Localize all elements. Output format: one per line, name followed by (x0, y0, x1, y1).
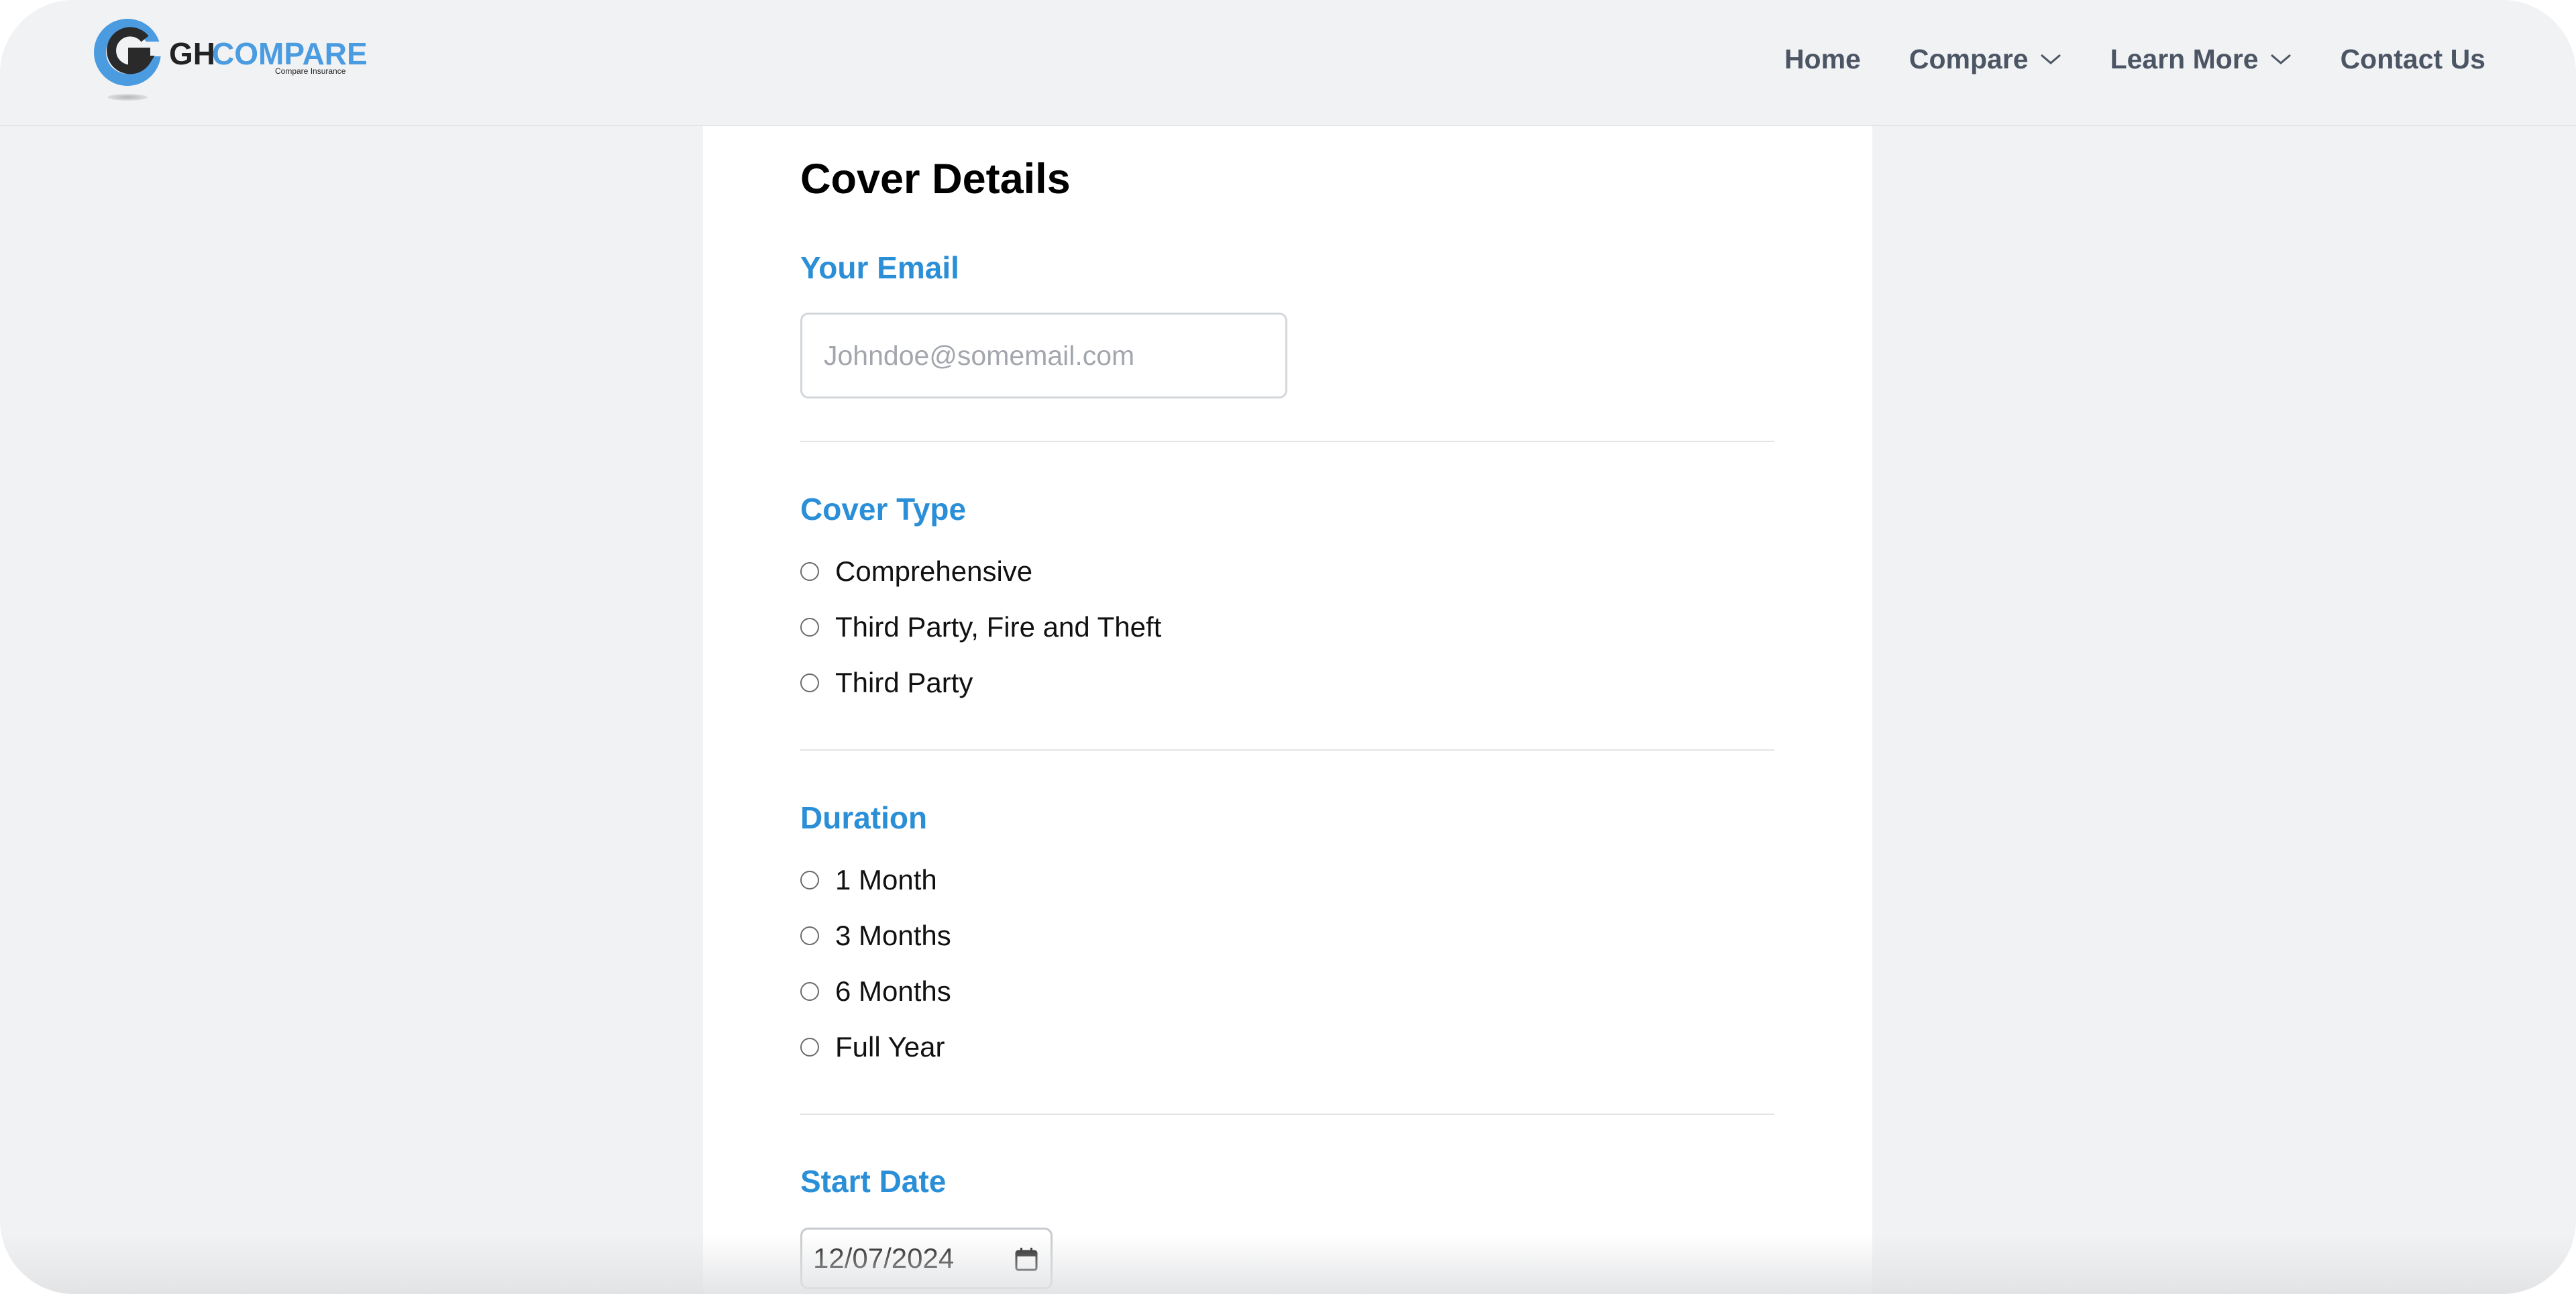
nav-home-label: Home (1784, 43, 1861, 74)
radio-button[interactable] (800, 1038, 819, 1057)
duration-option-6-months[interactable]: 6 Months (800, 975, 951, 1008)
chevron-down-icon (2270, 54, 2291, 64)
email-label: Your Email (800, 250, 959, 285)
browser-frame: GH COMPARE Compare Insurance Home Compar… (0, 0, 2576, 1294)
divider (800, 749, 1774, 751)
form-panel: Cover Details Your Email Cover Type Comp… (703, 126, 1872, 1294)
nav-compare-dropdown[interactable]: Compare (1909, 44, 2062, 75)
logo-shadow (107, 94, 148, 101)
main-nav: Home Compare Learn More Contact Us (1736, 0, 2485, 118)
option-label: 3 Months (835, 920, 951, 951)
start-date-field[interactable]: 12/07/2024 (800, 1228, 1053, 1289)
divider (800, 441, 1774, 442)
option-label: Third Party, Fire and Theft (835, 611, 1162, 643)
option-label: Comprehensive (835, 555, 1033, 587)
option-label: 1 Month (835, 864, 937, 896)
calendar-icon[interactable] (1013, 1246, 1040, 1273)
radio-button[interactable] (800, 618, 819, 637)
radio-button[interactable] (800, 673, 819, 692)
nav-compare-label: Compare (1909, 43, 2029, 74)
nav-contact-label: Contact Us (2340, 43, 2485, 74)
radio-button[interactable] (800, 562, 819, 581)
nav-learn-more-dropdown[interactable]: Learn More (2110, 44, 2292, 75)
nav-learn-more-label: Learn More (2110, 43, 2259, 74)
cover-type-option-third-party-fire-theft[interactable]: Third Party, Fire and Theft (800, 611, 1161, 643)
option-label: Full Year (835, 1031, 945, 1063)
navbar: GH COMPARE Compare Insurance Home Compar… (0, 0, 2576, 126)
nav-home-link[interactable]: Home (1784, 44, 1861, 75)
start-date-value: 12/07/2024 (813, 1242, 955, 1274)
page-title: Cover Details (800, 156, 1071, 203)
radio-button[interactable] (800, 871, 819, 889)
radio-button[interactable] (800, 982, 819, 1001)
cover-type-option-third-party[interactable]: Third Party (800, 667, 973, 699)
logo-text-gh: GH (169, 36, 215, 71)
divider (800, 1114, 1774, 1115)
duration-option-1-month[interactable]: 1 Month (800, 864, 937, 896)
radio-button[interactable] (800, 926, 819, 945)
logo[interactable]: GH COMPARE Compare Insurance (89, 12, 370, 106)
duration-option-3-months[interactable]: 3 Months (800, 920, 951, 952)
logo-mark: GH COMPARE Compare Insurance (94, 19, 368, 86)
logo-tagline: Compare Insurance (275, 66, 346, 76)
duration-option-full-year[interactable]: Full Year (800, 1031, 945, 1063)
start-date-label: Start Date (800, 1164, 947, 1199)
cover-type-label: Cover Type (800, 492, 967, 527)
option-label: Third Party (835, 667, 973, 698)
option-label: 6 Months (835, 975, 951, 1007)
chevron-down-icon (2040, 54, 2061, 64)
duration-label: Duration (800, 800, 928, 835)
cover-type-option-comprehensive[interactable]: Comprehensive (800, 555, 1032, 588)
nav-contact-link[interactable]: Contact Us (2341, 44, 2485, 75)
email-field[interactable] (800, 313, 1287, 398)
